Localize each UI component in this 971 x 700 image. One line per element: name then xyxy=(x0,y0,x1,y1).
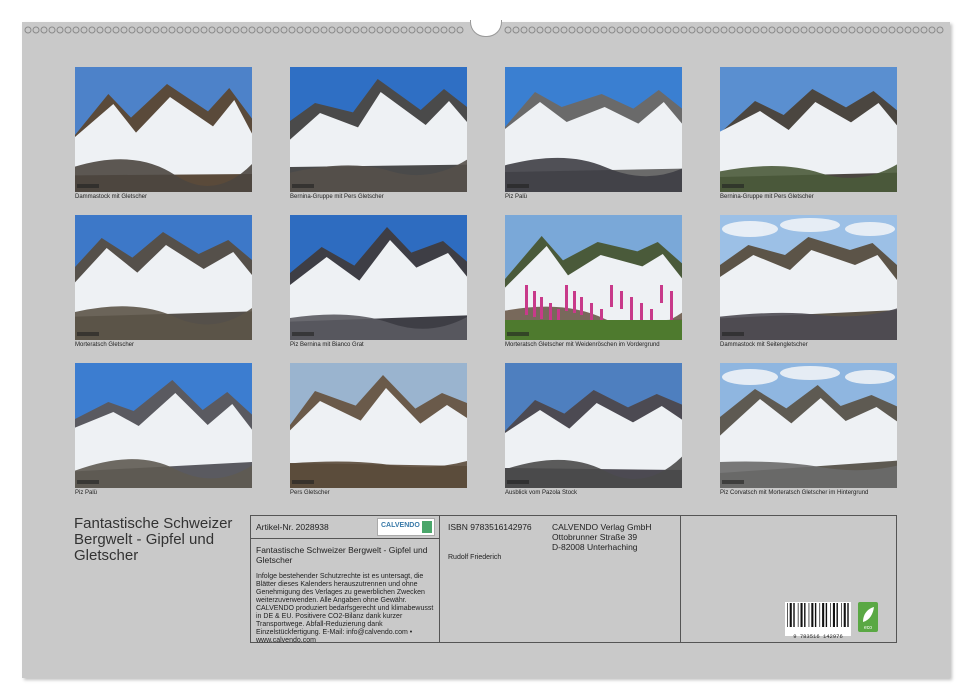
mountain-photo xyxy=(505,363,682,488)
photo-tile: Bernina-Gruppe mit Pers Gletscher xyxy=(290,67,467,200)
info-column-publisher: ISBN 9783516142976 Rudolf Friederich CAL… xyxy=(440,516,681,642)
photo-caption: Piz Bernina mit Bianco Grat xyxy=(290,342,364,348)
photo-caption: Bernina-Gruppe mit Pers Gletscher xyxy=(720,194,814,200)
photo-caption: Morteratsch Gletscher mit Weidenröschen … xyxy=(505,342,660,348)
product-title: Fantastische Schweizer Bergwelt - Gipfel… xyxy=(256,545,428,565)
mountain-photo xyxy=(505,67,682,192)
photo-tile: Morteratsch Gletscher mit Weidenröschen … xyxy=(505,215,682,348)
photo-tile: Bernina-Gruppe mit Pers Gletscher xyxy=(720,67,897,200)
isbn: ISBN 9783516142976 xyxy=(448,522,532,532)
mountain-photo xyxy=(290,215,467,340)
photo-tile: Ausblick vom Pazola Stock xyxy=(505,363,682,496)
legal-text: Infolge bestehender Schutzrechte ist es … xyxy=(256,573,434,644)
mountain-photo xyxy=(75,215,252,340)
mountain-photo xyxy=(75,363,252,488)
mountain-photo xyxy=(720,363,897,488)
photo-tile: Piz Bernina mit Bianco Grat xyxy=(290,215,467,348)
info-column-product: Artikel-Nr. 2028938 CALVENDO Fantastisch… xyxy=(251,516,440,644)
photo-tile: Piz Corvatsch mit Morteratsch Gletscher … xyxy=(720,363,897,496)
mountain-photo xyxy=(290,67,467,192)
info-column-barcode: 9 783516 142976 eco xyxy=(681,516,896,642)
photo-tile: Piz Palü xyxy=(505,67,682,200)
barcode-number: 9 783516 142976 xyxy=(793,633,843,640)
publisher-street: Ottobrunner Straße 39 xyxy=(552,532,638,542)
calvendo-logo: CALVENDO xyxy=(377,518,435,536)
svg-text:eco: eco xyxy=(864,625,872,631)
photo-caption: Pers Gletscher xyxy=(290,490,330,496)
photo-tile: Morteratsch Gletscher xyxy=(75,215,252,348)
eco-leaf-icon: eco xyxy=(858,602,878,632)
publisher-name: CALVENDO Verlag GmbH xyxy=(552,522,652,532)
photo-tile: Dammastock mit Seitengletscher xyxy=(720,215,897,348)
calendar-title: Fantastische Schweizer Bergwelt - Gipfel… xyxy=(74,515,233,564)
mountain-photo xyxy=(505,215,682,340)
article-number: Artikel-Nr. 2028938 xyxy=(256,522,329,532)
author: Rudolf Friederich xyxy=(448,554,502,561)
info-box: Artikel-Nr. 2028938 CALVENDO Fantastisch… xyxy=(250,515,897,644)
barcode: 9 783516 142976 xyxy=(785,602,851,640)
photo-caption: Dammastock mit Seitengletscher xyxy=(720,342,808,348)
hanger-hook xyxy=(470,20,502,37)
photo-caption: Dammastock mit Gletscher xyxy=(75,194,148,200)
photo-tile: Pers Gletscher xyxy=(290,363,467,496)
photo-caption: Morteratsch Gletscher xyxy=(75,342,135,348)
photo-caption: Piz Palü xyxy=(505,194,528,200)
photo-caption: Ausblick vom Pazola Stock xyxy=(505,490,578,496)
photo-tile: Dammastock mit Gletscher xyxy=(75,67,252,200)
photo-tile: Piz Palü xyxy=(75,363,252,496)
mountain-photo xyxy=(75,67,252,192)
calendar-back-sheet: Dammastock mit Gletscher Bernina-Gruppe … xyxy=(22,20,950,678)
mountain-photo xyxy=(290,363,467,488)
photo-caption: Piz Corvatsch mit Morteratsch Gletscher … xyxy=(720,490,869,496)
mountain-photo xyxy=(720,67,897,192)
photo-caption: Bernina-Gruppe mit Pers Gletscher xyxy=(290,194,384,200)
publisher-city: D-82008 Unterhaching xyxy=(552,542,638,552)
mountain-photo xyxy=(720,215,897,340)
photo-caption: Piz Palü xyxy=(75,490,98,496)
